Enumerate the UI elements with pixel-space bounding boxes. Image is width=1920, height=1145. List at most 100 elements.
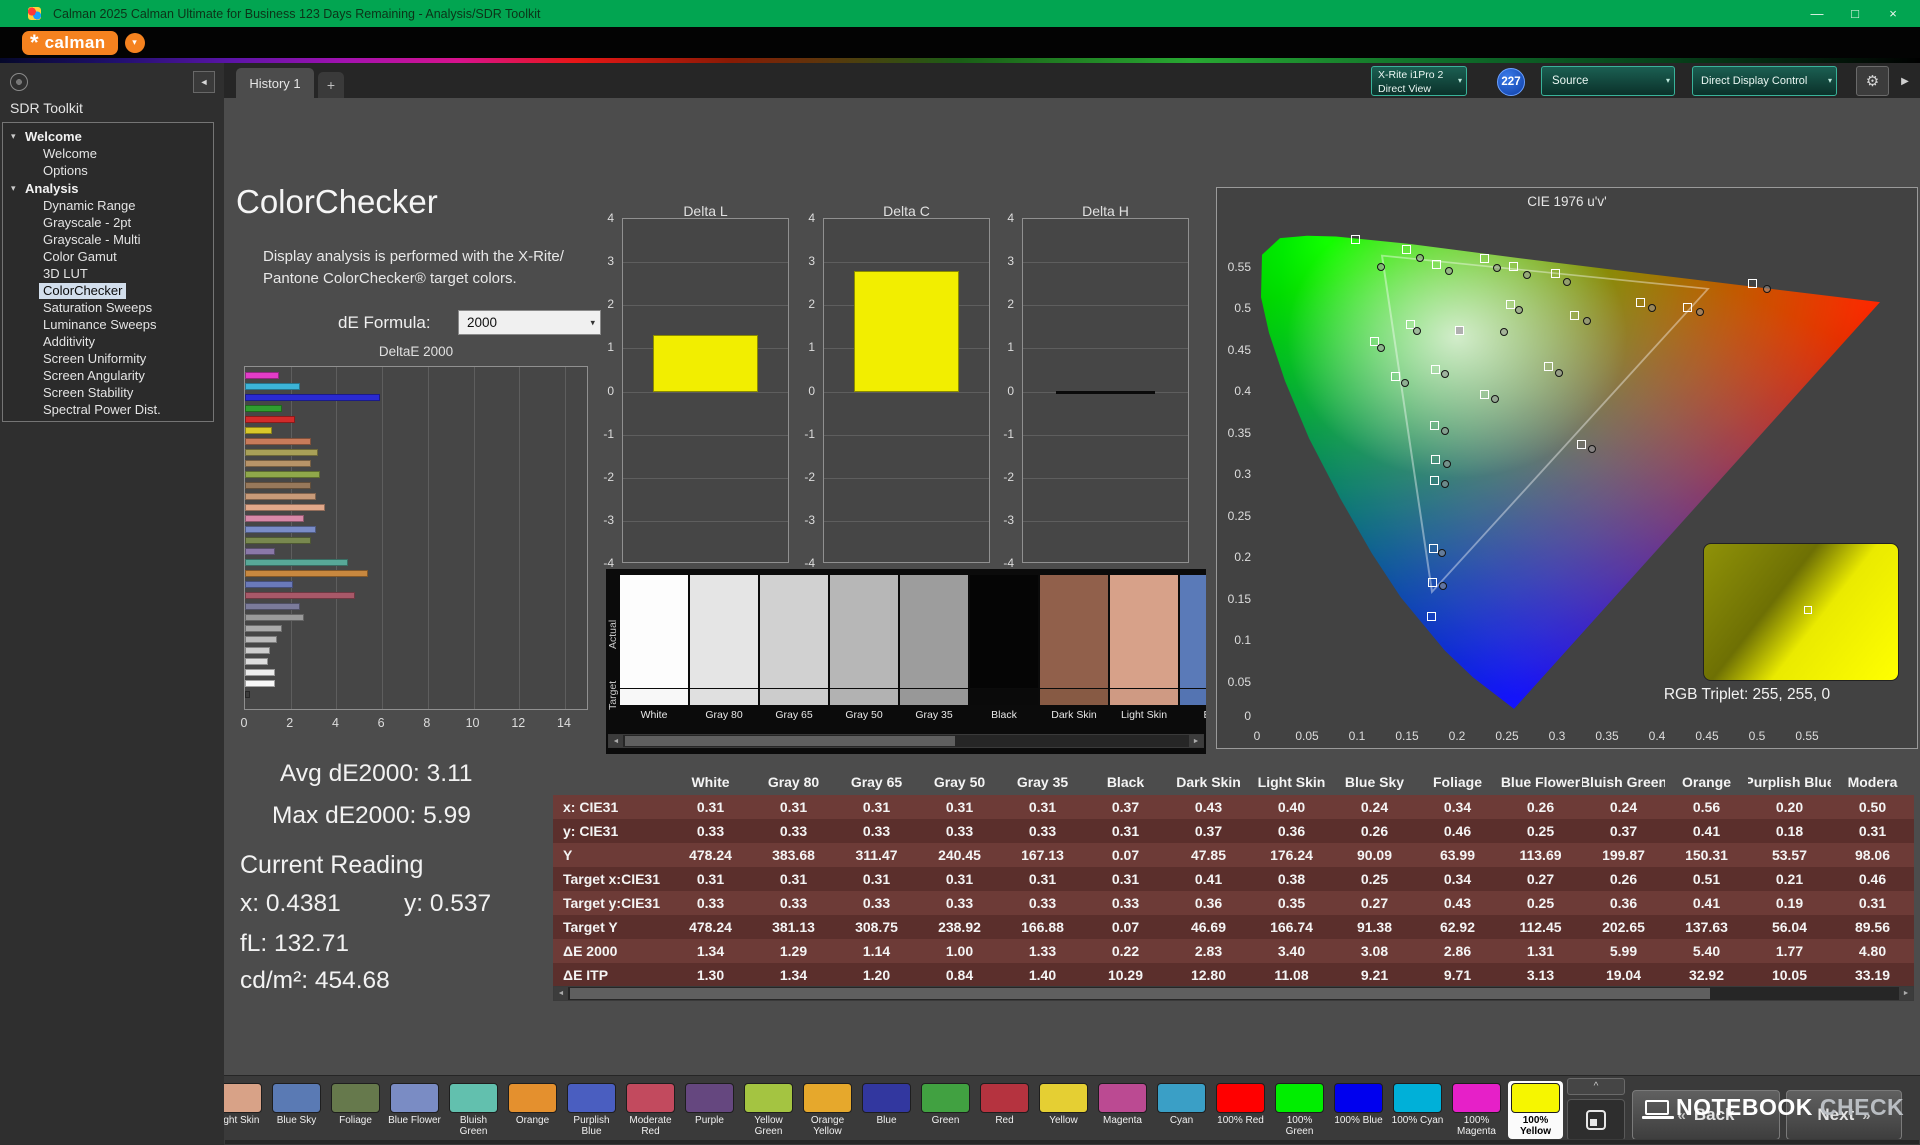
- rgb-swatch-marker: [1804, 606, 1812, 614]
- patch-button-foliage[interactable]: Foliage: [328, 1081, 383, 1139]
- table-cell: 0.37: [1111, 799, 1140, 815]
- patch-button-red[interactable]: Red: [977, 1081, 1032, 1139]
- scroll-left-icon[interactable]: ◄: [609, 735, 623, 747]
- table-scroll-thumb[interactable]: [570, 988, 1710, 999]
- table-cell: 0.24: [1609, 799, 1638, 815]
- scroll-left-icon[interactable]: ◄: [554, 987, 568, 1000]
- table-row-label: y: CIE31: [563, 823, 619, 839]
- patch-button-100-green[interactable]: 100% Green: [1272, 1081, 1327, 1139]
- sidebar-item-spectral-power-dist[interactable]: Spectral Power Dist.: [3, 401, 213, 418]
- swatch-scrollbar[interactable]: ◄ ►: [608, 734, 1204, 748]
- scroll-right-icon[interactable]: ►: [1899, 987, 1913, 1000]
- patch-button-orange-yellow[interactable]: Orange Yellow: [800, 1081, 855, 1139]
- source-select[interactable]: Source ▾: [1541, 66, 1675, 96]
- sidebar-group-welcome[interactable]: ▾ Welcome: [3, 127, 213, 145]
- table-row-label: Target y:CIE31: [563, 895, 660, 911]
- sidebar-item-additivity[interactable]: Additivity: [3, 333, 213, 350]
- table-cell: 0.37: [1609, 823, 1638, 839]
- panel-expand-button[interactable]: ▶: [1894, 70, 1916, 92]
- maximize-button[interactable]: □: [1836, 0, 1874, 27]
- table-cell: 113.69: [1519, 847, 1562, 863]
- cie-ytick-label: 0.2: [1234, 550, 1251, 564]
- patch-button-100-red[interactable]: 100% Red: [1213, 1081, 1268, 1139]
- sidebar-item-screen-stability[interactable]: Screen Stability: [3, 384, 213, 401]
- sidebar-item-colorchecker[interactable]: ColorChecker: [3, 282, 213, 299]
- de-formula-select[interactable]: 2000 ▾: [458, 310, 601, 335]
- bottom-scrollbar[interactable]: [224, 1139, 1920, 1145]
- patch-button-purplish-blue[interactable]: Purplish Blue: [564, 1081, 619, 1139]
- sidebar-group-analysis[interactable]: ▾ Analysis: [3, 179, 213, 197]
- minimize-button[interactable]: —: [1798, 0, 1836, 27]
- patch-button-yellow-green[interactable]: Yellow Green: [741, 1081, 796, 1139]
- deltae-bar: [245, 647, 271, 654]
- expand-patch-panel-button[interactable]: ^: [1567, 1078, 1625, 1095]
- delta-l-ytick-label: 4: [607, 211, 614, 225]
- close-button[interactable]: ×: [1874, 0, 1912, 27]
- patch-button-purple[interactable]: Purple: [682, 1081, 737, 1139]
- scroll-right-icon[interactable]: ►: [1189, 735, 1203, 747]
- table-cell: 0.35: [1277, 895, 1306, 911]
- back-button[interactable]: « Back: [1632, 1090, 1780, 1140]
- patch-button-light-skin[interactable]: Light Skin: [224, 1081, 265, 1139]
- table-cell: 0.26: [1360, 823, 1389, 839]
- chevron-right-icon: »: [1862, 1106, 1871, 1124]
- deltae-xtick-label: 0: [240, 716, 248, 730]
- logo-menu-button[interactable]: ▾: [124, 32, 145, 53]
- meter-select[interactable]: X-Rite i1Pro 2 Direct View ▾: [1371, 66, 1467, 96]
- sidebar-item-screen-uniformity[interactable]: Screen Uniformity: [3, 350, 213, 367]
- patch-button-100-cyan[interactable]: 100% Cyan: [1390, 1081, 1445, 1139]
- patch-button-cyan[interactable]: Cyan: [1154, 1081, 1209, 1139]
- table-cell: 0.84: [945, 967, 974, 983]
- sidebar-item-grayscale-multi[interactable]: Grayscale - Multi: [3, 231, 213, 248]
- deltae-bar: [245, 372, 280, 379]
- patch-button-blue-sky[interactable]: Blue Sky: [269, 1081, 324, 1139]
- deltae-bar: [245, 416, 296, 423]
- tab-history-1[interactable]: History 1: [236, 68, 314, 98]
- delta-l-ytick-label: 2: [607, 297, 614, 312]
- next-button[interactable]: Next »: [1786, 1090, 1902, 1140]
- sidebar-collapse-button[interactable]: ◄: [193, 71, 215, 93]
- help-icon[interactable]: [10, 73, 28, 91]
- cie-target-marker: [1543, 362, 1553, 372]
- patch-button-bluish-green[interactable]: Bluish Green: [446, 1081, 501, 1139]
- table-cell: 0.31: [1858, 823, 1887, 839]
- sidebar-item-color-gamut[interactable]: Color Gamut: [3, 248, 213, 265]
- avg-de2000: Avg dE2000: 3.11: [280, 760, 473, 787]
- patch-button-100-blue[interactable]: 100% Blue: [1331, 1081, 1386, 1139]
- patch-button-yellow[interactable]: Yellow: [1036, 1081, 1091, 1139]
- patch-swatch: [803, 1083, 852, 1113]
- deltae-bar: [245, 526, 316, 533]
- table-cell: 5.99: [1609, 943, 1638, 959]
- sidebar-item-welcome[interactable]: Welcome: [3, 145, 213, 162]
- sidebar-item-grayscale-2pt[interactable]: Grayscale - 2pt: [3, 214, 213, 231]
- sidebar-item-dynamic-range[interactable]: Dynamic Range: [3, 197, 213, 214]
- display-control-select[interactable]: Direct Display Control ▾: [1692, 66, 1837, 96]
- patch-button-100-magenta[interactable]: 100% Magenta: [1449, 1081, 1504, 1139]
- cie-current-target-marker: [1454, 325, 1464, 335]
- patch-button-blue-flower[interactable]: Blue Flower: [387, 1081, 442, 1139]
- patch-button-blue[interactable]: Blue: [859, 1081, 914, 1139]
- table-row-e-itp: ΔE ITP 1.30 1.34 1.20 0.84 1.40 10.29 12.80 11.0…: [553, 963, 1914, 987]
- settings-button[interactable]: ⚙: [1856, 66, 1889, 96]
- patch-button-orange[interactable]: Orange: [505, 1081, 560, 1139]
- swatch-scroll-thumb[interactable]: [625, 736, 955, 746]
- table-cell: 0.43: [1194, 799, 1223, 815]
- sidebar-item-luminance-sweeps[interactable]: Luminance Sweeps: [3, 316, 213, 333]
- delta-h-ytick-label: -4: [1003, 556, 1014, 570]
- patch-button-100-yellow[interactable]: 100% Yellow: [1508, 1081, 1563, 1139]
- table-col-gray-35: Gray 35: [1016, 774, 1069, 790]
- patch-button-magenta[interactable]: Magenta: [1095, 1081, 1150, 1139]
- deltae-bar: [245, 383, 300, 390]
- layout-view-button[interactable]: [1567, 1099, 1625, 1141]
- sidebar-item-saturation-sweeps[interactable]: Saturation Sweeps: [3, 299, 213, 316]
- add-tab-button[interactable]: +: [318, 72, 344, 98]
- cie-target-marker: [1569, 310, 1579, 320]
- patch-button-moderate-red[interactable]: Moderate Red: [623, 1081, 678, 1139]
- patch-button-green[interactable]: Green: [918, 1081, 973, 1139]
- sidebar-item-options[interactable]: Options: [3, 162, 213, 179]
- patch-swatch: [1275, 1083, 1324, 1113]
- table-cell: 10.29: [1107, 967, 1144, 983]
- sidebar-item-screen-angularity[interactable]: Screen Angularity: [3, 367, 213, 384]
- sidebar-item-3d-lut[interactable]: 3D LUT: [3, 265, 213, 282]
- table-scrollbar[interactable]: ◄ ►: [553, 986, 1914, 1001]
